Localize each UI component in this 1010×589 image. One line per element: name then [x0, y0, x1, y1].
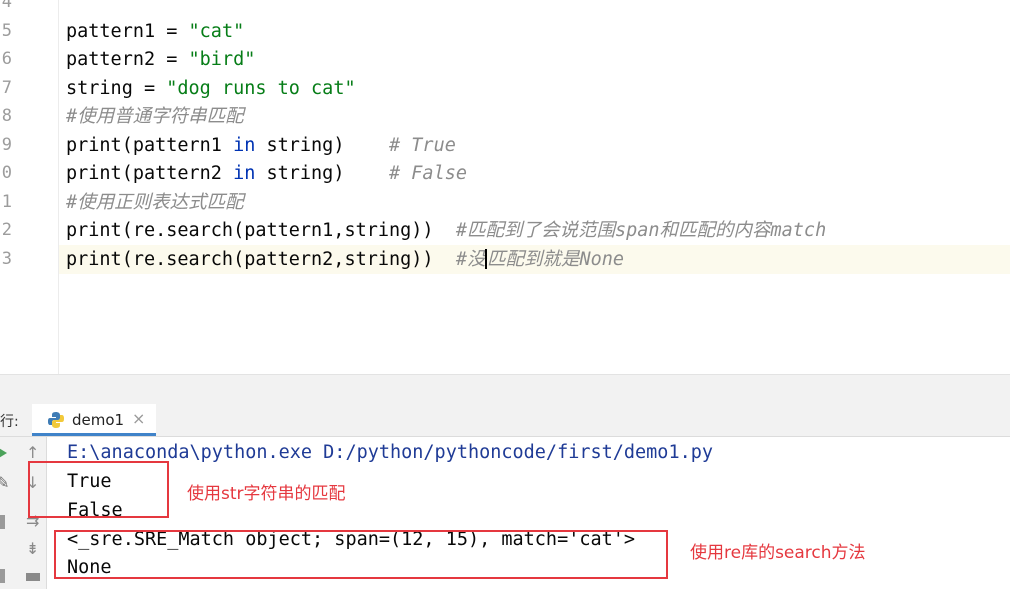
- line-number: 9: [1, 135, 12, 155]
- code-editor[interactable]: 4 5 6 7 8 9 0 1 2 3 pattern1 = "cat" pat…: [0, 0, 1010, 374]
- code-text: string): [255, 135, 390, 156]
- line-number: 8: [1, 106, 12, 126]
- line-number: 7: [1, 78, 12, 98]
- print-icon: [26, 573, 40, 581]
- code-text: pattern1 =: [66, 21, 189, 42]
- string-literal: "bird": [188, 49, 256, 70]
- line-number: 5: [1, 21, 12, 41]
- print-icon: [0, 569, 5, 583]
- keyword: in: [233, 135, 256, 156]
- code-text: pattern2 =: [66, 49, 189, 70]
- code-comment: #使用普通字符串匹配: [66, 106, 244, 127]
- run-label: 运行:: [0, 414, 19, 430]
- code-line[interactable]: #使用正则表达式匹配: [66, 188, 244, 217]
- code-line[interactable]: pattern1 = "cat": [66, 17, 244, 46]
- code-comment: #使用正则表达式匹配: [66, 192, 244, 213]
- code-line[interactable]: #使用普通字符串匹配: [66, 102, 244, 131]
- string-literal: "dog runs to cat": [166, 78, 356, 99]
- keyword: in: [233, 163, 256, 184]
- code-text: string =: [66, 78, 167, 99]
- code-line[interactable]: print(re.search(pattern1,string)) #匹配到了会…: [66, 216, 826, 245]
- print-button[interactable]: [0, 563, 46, 589]
- code-comment: # True: [389, 135, 456, 156]
- tab-demo1[interactable]: demo1 ×: [32, 404, 156, 436]
- panel-separator[interactable]: [0, 374, 1010, 405]
- string-literal: "cat": [188, 21, 245, 42]
- python-icon: [48, 412, 64, 428]
- code-line[interactable]: print(re.search(pattern2,string)) #没匹配到就…: [66, 245, 624, 274]
- annotation-label-str: 使用str字符串的匹配: [187, 484, 346, 504]
- code-text: print(pattern1: [66, 135, 234, 156]
- code-comment: #没: [455, 249, 486, 270]
- code-comment: #匹配到了会说范围span和匹配的内容match: [455, 220, 827, 241]
- code-line[interactable]: string = "dog runs to cat": [66, 74, 356, 103]
- code-comment: # False: [389, 163, 467, 184]
- tab-title: demo1: [72, 411, 125, 429]
- run-icon: [0, 448, 7, 458]
- line-number: 0: [1, 163, 12, 183]
- line-number: 6: [1, 49, 12, 69]
- line-number: 4: [1, 0, 12, 12]
- annotation-box-str: [28, 461, 169, 518]
- code-text: print(pattern2: [66, 163, 234, 184]
- code-line[interactable]: print(pattern2 in string) # False: [66, 159, 467, 188]
- line-number: 1: [1, 192, 12, 212]
- annotation-box-re: [54, 530, 668, 579]
- annotation-label-re: 使用re库的search方法: [690, 543, 866, 563]
- stop-icon: [0, 515, 5, 529]
- line-number-gutter: 4 5 6 7 8 9 0 1 2 3: [0, 0, 59, 374]
- close-icon[interactable]: ×: [132, 409, 145, 428]
- scroll-to-end-button[interactable]: ⇟: [0, 537, 46, 563]
- code-text: print(re.search(pattern1,string)): [66, 220, 456, 241]
- code-text: print(re.search(pattern2,string)): [66, 249, 456, 270]
- up-arrow-icon: ↑: [26, 443, 40, 462]
- wrench-icon: ✎: [0, 473, 10, 492]
- code-line[interactable]: pattern2 = "bird": [66, 45, 255, 74]
- code-text: string): [255, 163, 390, 184]
- code-line[interactable]: print(pattern1 in string) # True: [66, 131, 456, 160]
- line-number: 2: [1, 220, 12, 240]
- code-comment: 匹配到就是None: [486, 249, 625, 270]
- line-number: 3: [1, 249, 12, 269]
- sort-icon: ⇟: [26, 539, 40, 558]
- run-tab-bar: 运行: demo1 ×: [0, 404, 1010, 437]
